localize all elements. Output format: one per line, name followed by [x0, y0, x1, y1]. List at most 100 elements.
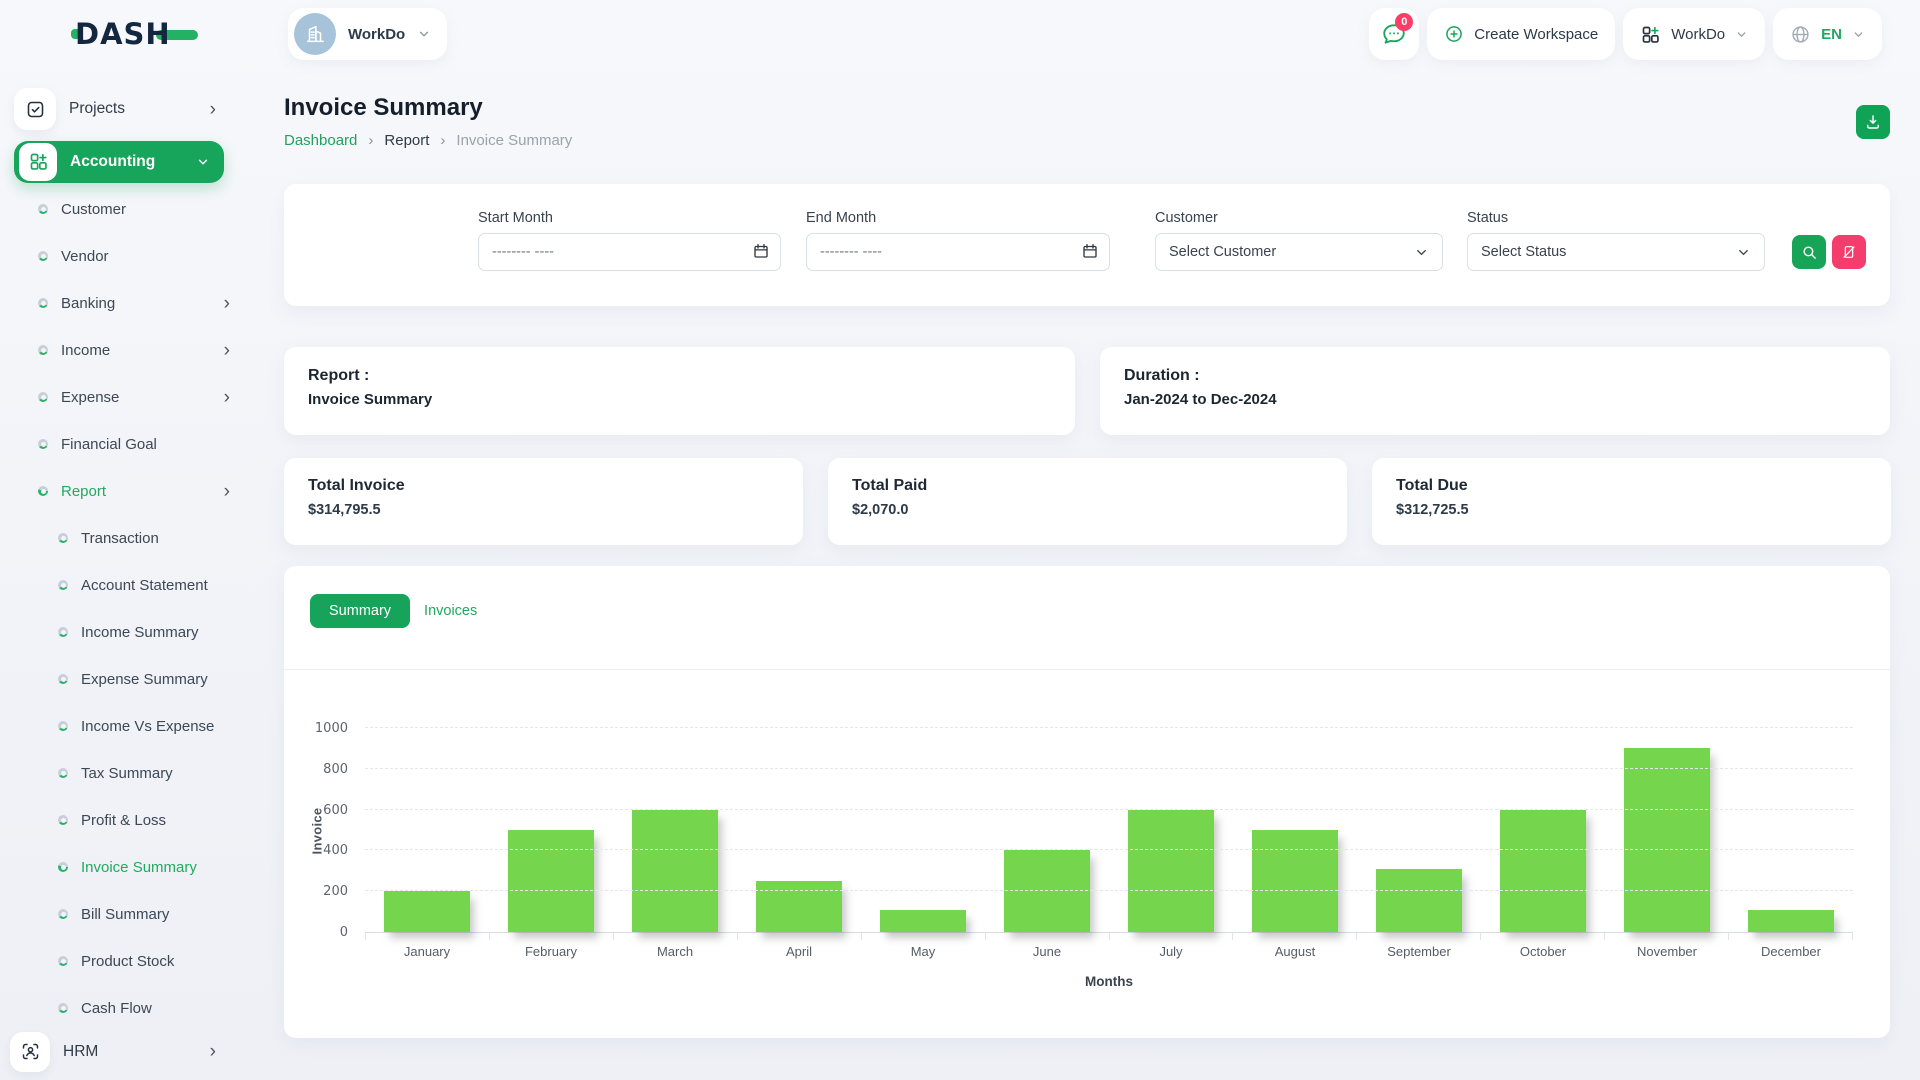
end-month-input[interactable]: [806, 233, 1110, 271]
create-workspace-button[interactable]: Create Workspace: [1427, 8, 1615, 60]
report-name-card: Report : Invoice Summary: [284, 347, 1075, 435]
status-ring-icon: [58, 674, 68, 684]
building-icon: [304, 23, 326, 45]
plus-circle-icon: [1444, 24, 1464, 44]
x-tick: [614, 933, 738, 940]
workspace-selector[interactable]: WorkDo: [288, 8, 447, 60]
bar-october[interactable]: [1500, 810, 1586, 932]
sidebar-item-label: Invoice Summary: [81, 859, 197, 876]
sidebar-item-cash-flow[interactable]: Cash Flow: [0, 985, 238, 1032]
workspace-menu-label: WorkDo: [1671, 26, 1725, 43]
x-tick-label: November: [1605, 944, 1729, 959]
bar-june[interactable]: [1004, 850, 1090, 932]
bar-february[interactable]: [508, 830, 594, 932]
bar-series: [365, 729, 1853, 932]
bar-september[interactable]: [1376, 869, 1462, 932]
download-icon: [1864, 113, 1882, 131]
messages-button[interactable]: 0: [1369, 8, 1419, 60]
workspace-menu-button[interactable]: WorkDo: [1623, 8, 1765, 60]
search-icon: [1801, 244, 1818, 261]
tab-invoices[interactable]: Invoices: [424, 603, 477, 619]
sidebar-item-tax-summary[interactable]: Tax Summary: [0, 750, 238, 797]
sidebar: Projects › Accounting Customer Vendor Bank…: [0, 80, 238, 1080]
total-paid-label: Total Paid: [852, 477, 1323, 495]
bar-band: [1729, 729, 1853, 932]
reset-filter-button[interactable]: [1832, 235, 1866, 269]
page-title: Invoice Summary: [284, 94, 483, 122]
bar-november[interactable]: [1624, 748, 1710, 932]
chevron-right-icon: ›: [440, 132, 445, 149]
status-ring-icon: [58, 862, 68, 872]
breadcrumb-dashboard-link[interactable]: Dashboard: [284, 132, 357, 149]
sidebar-item-expense[interactable]: Expense›: [0, 374, 238, 421]
create-workspace-label: Create Workspace: [1474, 26, 1598, 43]
bar-august[interactable]: [1252, 830, 1338, 932]
status-ring-icon: [38, 251, 48, 261]
language-selector[interactable]: EN: [1773, 8, 1882, 60]
bar-march[interactable]: [632, 810, 718, 932]
plot-area: [365, 729, 1853, 933]
breadcrumb-report-link[interactable]: Report: [384, 132, 429, 149]
status-select[interactable]: Select Status: [1467, 233, 1765, 271]
sidebar-item-banking[interactable]: Banking›: [0, 280, 238, 327]
bar-december[interactable]: [1748, 910, 1834, 932]
customer-select-value: Select Customer: [1169, 244, 1276, 260]
sidebar-item-accounting[interactable]: Accounting: [14, 141, 224, 183]
total-paid-value: $2,070.0: [852, 502, 1323, 518]
report-card-label: Report :: [308, 367, 1051, 385]
x-tick-label: May: [861, 944, 985, 959]
sidebar-item-income-vs-expense[interactable]: Income Vs Expense: [0, 703, 238, 750]
sidebar-item-product-stock[interactable]: Product Stock: [0, 938, 238, 985]
bar-april[interactable]: [756, 881, 842, 932]
total-invoice-label: Total Invoice: [308, 477, 779, 495]
bar-band: [1233, 729, 1357, 932]
sidebar-item-income-summary[interactable]: Income Summary: [0, 609, 238, 656]
sidebar-item-label: Tax Summary: [81, 765, 173, 782]
sidebar-item-customer[interactable]: Customer: [0, 186, 238, 233]
sidebar-item-label: Bill Summary: [81, 906, 169, 923]
x-axis-ticks: [365, 933, 1853, 940]
search-button[interactable]: [1792, 235, 1826, 269]
sidebar-item-projects[interactable]: Projects ›: [14, 88, 224, 130]
y-tick-label: 200: [284, 884, 348, 899]
sidebar-item-bill-summary[interactable]: Bill Summary: [0, 891, 238, 938]
y-tick-label: 400: [284, 843, 348, 858]
total-invoice-value: $314,795.5: [308, 502, 779, 518]
start-month-input[interactable]: [478, 233, 781, 271]
sidebar-item-label: Transaction: [81, 530, 159, 547]
bar-band: [1481, 729, 1605, 932]
sidebar-item-income[interactable]: Income›: [0, 327, 238, 374]
y-axis: 02004006008001000: [284, 729, 348, 933]
sidebar-item-transaction[interactable]: Transaction: [0, 515, 238, 562]
gridline: [365, 727, 1853, 728]
sidebar-item-hrm[interactable]: HRM ›: [10, 1032, 224, 1072]
invoice-summary-chart-card: Summary Invoices Invoice 020040060080010…: [284, 566, 1890, 1038]
sidebar-item-financial-goal[interactable]: Financial Goal: [0, 421, 238, 468]
status-ring-icon: [38, 298, 48, 308]
sidebar-item-label: Vendor: [61, 248, 109, 265]
sidebar-item-account-statement[interactable]: Account Statement: [0, 562, 238, 609]
download-button[interactable]: [1856, 105, 1890, 139]
sidebar-item-report[interactable]: Report›: [0, 468, 238, 515]
sidebar-item-profit-loss[interactable]: Profit & Loss: [0, 797, 238, 844]
status-ring-icon: [38, 345, 48, 355]
sidebar-item-label: Banking: [61, 295, 115, 312]
sidebar-item-label: Income Vs Expense: [81, 718, 214, 735]
sidebar-item-invoice-summary[interactable]: Invoice Summary: [0, 844, 238, 891]
status-ring-icon: [38, 439, 48, 449]
sidebar-item-expense-summary[interactable]: Expense Summary: [0, 656, 238, 703]
checkbox-icon: [25, 99, 46, 120]
bar-july[interactable]: [1128, 810, 1214, 932]
status-ring-icon: [58, 627, 68, 637]
tab-summary[interactable]: Summary: [310, 594, 410, 628]
x-tick-label: February: [489, 944, 613, 959]
total-invoice-card: Total Invoice $314,795.5: [284, 458, 803, 545]
start-month-label: Start Month: [478, 210, 553, 226]
status-ring-icon: [38, 392, 48, 402]
bar-may[interactable]: [880, 910, 966, 932]
bar-band: [613, 729, 737, 932]
customer-select[interactable]: Select Customer: [1155, 233, 1443, 271]
status-ring-icon: [58, 721, 68, 731]
bar-january[interactable]: [384, 891, 470, 932]
sidebar-item-vendor[interactable]: Vendor: [0, 233, 238, 280]
